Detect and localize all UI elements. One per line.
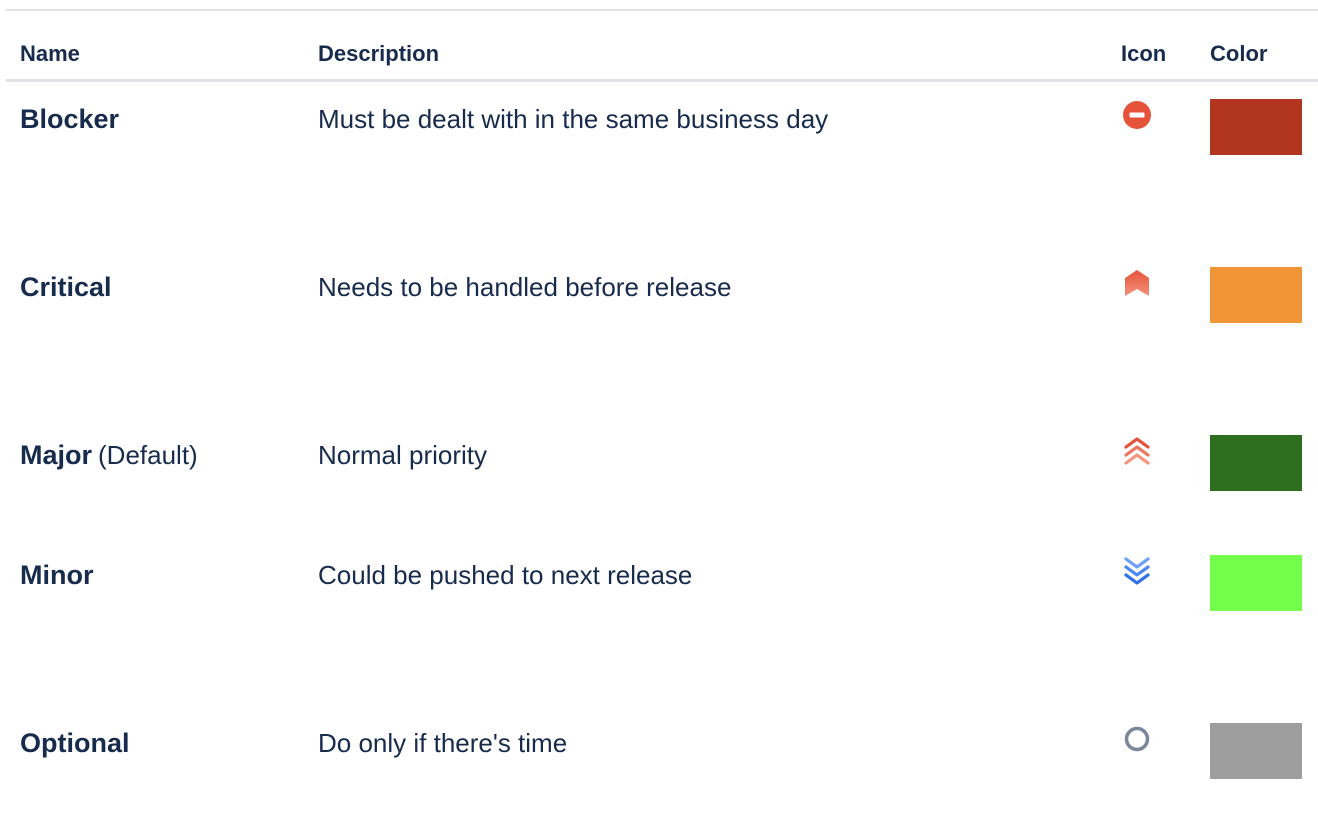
priority-name: Major	[20, 440, 93, 470]
minor-icon	[1121, 555, 1153, 587]
priority-description: Do only if there's time	[318, 728, 568, 758]
priority-name-cell: Blocker	[20, 100, 119, 138]
table-row: Major (Default) Normal priority	[0, 435, 1318, 491]
blocker-icon	[1121, 99, 1153, 131]
critical-icon	[1121, 267, 1153, 299]
priority-description: Needs to be handled before release	[318, 272, 732, 302]
table-row: Blocker Must be dealt with in the same b…	[0, 99, 1318, 155]
priority-description: Could be pushed to next release	[318, 560, 693, 590]
table-row: Minor Could be pushed to next release	[0, 555, 1318, 611]
header-name: Name	[20, 41, 80, 66]
top-divider	[6, 9, 1318, 11]
header-description: Description	[318, 41, 440, 66]
priority-name: Optional	[20, 728, 130, 758]
priority-name-cell: Minor	[20, 556, 94, 594]
priority-name: Blocker	[20, 104, 120, 134]
priority-color-swatch	[1210, 723, 1302, 779]
header-icon: Icon	[1121, 41, 1167, 66]
priority-name: Critical	[20, 272, 112, 302]
priority-description: Must be dealt with in the same business …	[318, 104, 829, 134]
priority-color-swatch	[1210, 555, 1302, 611]
priority-color-swatch	[1210, 99, 1302, 155]
major-icon	[1121, 435, 1153, 467]
priority-color-swatch	[1210, 267, 1302, 323]
priorities-table: Name Description Icon Color Blocker Must…	[0, 0, 1318, 816]
header-color: Color	[1210, 41, 1268, 66]
priority-description: Normal priority	[318, 440, 488, 470]
priority-name-cell: Critical	[20, 268, 112, 306]
default-label: (Default)	[98, 440, 198, 470]
table-row: Optional Do only if there's time	[0, 723, 1318, 779]
priority-name-cell: Optional	[20, 724, 130, 762]
table-row: Critical Needs to be handled before rele…	[0, 267, 1318, 323]
priority-color-swatch	[1210, 435, 1302, 491]
header-divider	[6, 79, 1318, 82]
priority-name-cell: Major (Default)	[20, 436, 198, 474]
optional-icon	[1121, 723, 1153, 755]
priority-name: Minor	[20, 560, 94, 590]
